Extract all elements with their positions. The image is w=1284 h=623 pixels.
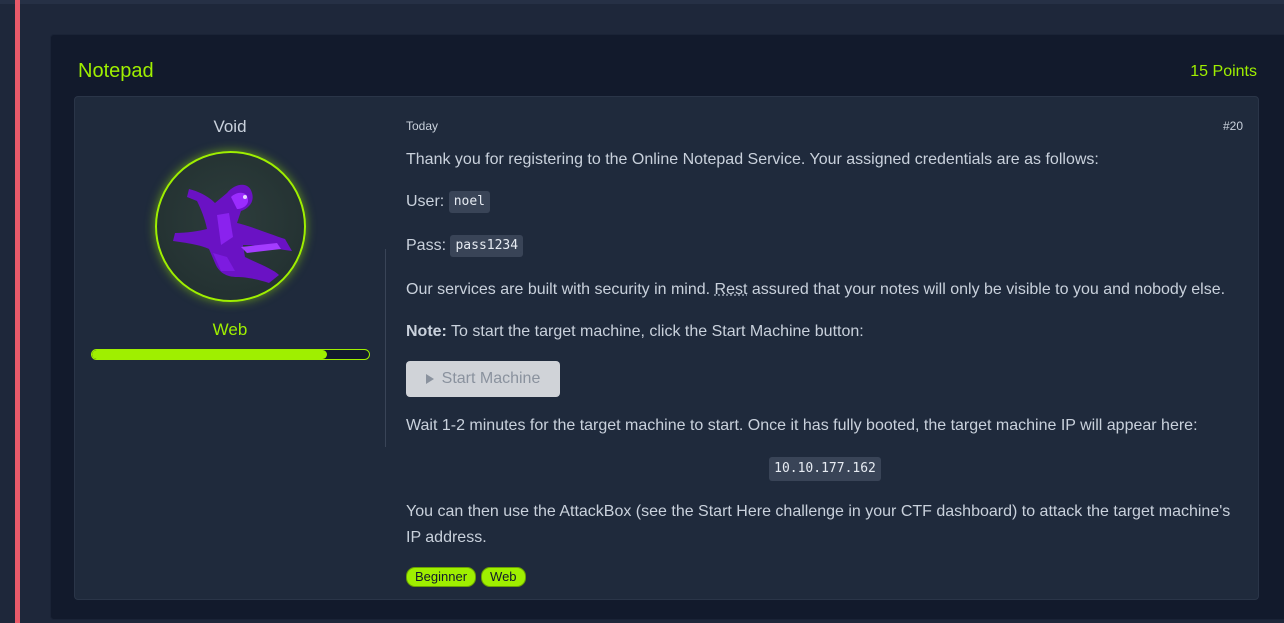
- category-stripe: [15, 0, 20, 623]
- challenge-title[interactable]: Notepad: [78, 60, 154, 83]
- attack-text-line2: IP address.: [406, 529, 487, 546]
- start-machine-button[interactable]: Start Machine: [406, 361, 560, 397]
- security-text-pre: Our services are built with security in …: [406, 281, 715, 298]
- author-progress-bar: [91, 349, 370, 360]
- author-avatar[interactable]: [155, 151, 306, 302]
- security-text-post: assured that your notes will only be vis…: [747, 281, 1226, 298]
- challenge-post: Void Web Today #20 Thank you for registe…: [74, 96, 1259, 600]
- user-line: User: noel: [406, 189, 490, 215]
- author-panel: Void Web: [75, 97, 385, 599]
- pass-line: Pass: pass1234: [406, 233, 524, 259]
- ip-container: 10.10.177.162: [406, 457, 1244, 481]
- author-name[interactable]: Void: [75, 117, 385, 137]
- user-label: User:: [406, 193, 445, 210]
- target-ip: 10.10.177.162: [769, 457, 881, 481]
- intro-text: Thank you for registering to the Online …: [406, 151, 1099, 168]
- username-code: noel: [448, 190, 490, 213]
- tag-beginner[interactable]: Beginner: [406, 567, 477, 587]
- tag-list: Beginner Web: [406, 567, 526, 587]
- password-code: pass1234: [450, 234, 524, 257]
- top-bar: [0, 0, 1284, 4]
- author-progress-fill: [92, 350, 328, 359]
- tag-web[interactable]: Web: [481, 567, 526, 587]
- post-date: Today: [406, 119, 439, 133]
- post-number[interactable]: #20: [1223, 119, 1243, 133]
- note-text: Note: To start the target machine, click…: [406, 319, 864, 345]
- wait-text: Wait 1-2 minutes for the target machine …: [406, 417, 1198, 434]
- start-machine-label: Start Machine: [441, 370, 541, 387]
- security-abbr: Rest: [714, 281, 748, 298]
- security-text: Our services are built with security in …: [406, 277, 1225, 303]
- note-body: To start the target machine, click the S…: [446, 323, 864, 340]
- play-icon: [425, 374, 434, 384]
- pass-label: Pass:: [406, 237, 447, 254]
- ninja-avatar-icon: [173, 184, 292, 283]
- note-label: Note:: [406, 323, 447, 340]
- author-category: Web: [212, 320, 248, 339]
- post-divider: [385, 249, 386, 447]
- attack-text-line1: You can then use the AttackBox (see the …: [406, 503, 1231, 520]
- challenge-card: Notepad 15 Points Void Web Today #20 Tha…: [50, 34, 1284, 620]
- challenge-points: 15 Points: [1190, 63, 1257, 80]
